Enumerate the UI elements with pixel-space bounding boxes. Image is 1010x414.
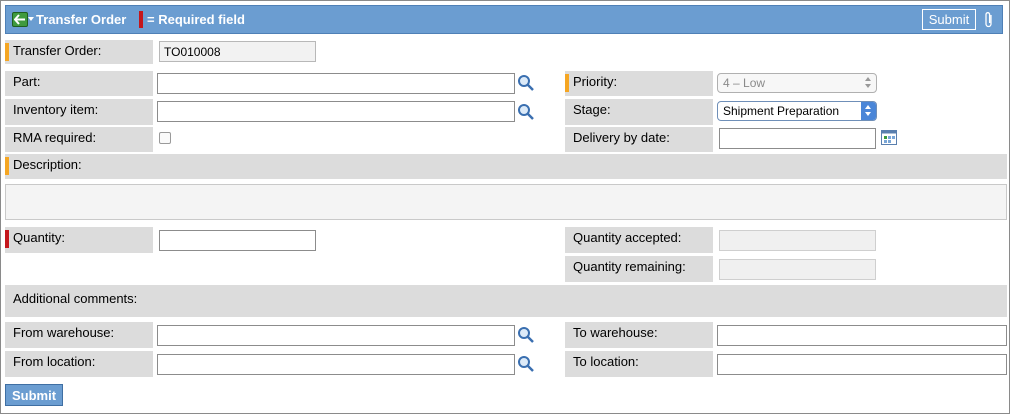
form-title: Transfer Order	[36, 12, 127, 27]
priority-select[interactable]: 4 – Low	[717, 73, 877, 93]
quantity-remaining-label-text: Quantity remaining:	[573, 259, 686, 274]
from-warehouse-label: From warehouse:	[5, 322, 153, 348]
recommended-marker	[5, 157, 9, 175]
transfer-order-label-text: Transfer Order:	[13, 43, 102, 58]
description-textarea[interactable]	[5, 184, 1007, 220]
to-location-field[interactable]	[717, 354, 1007, 375]
magnifier-icon[interactable]	[517, 74, 535, 92]
recommended-marker	[5, 43, 9, 61]
quantity-label: Quantity:	[5, 227, 153, 253]
inventory-item-label: Inventory item:	[5, 99, 153, 125]
required-legend-text: = Required field	[147, 12, 245, 27]
part-field[interactable]	[157, 73, 515, 94]
magnifier-icon[interactable]	[517, 103, 535, 121]
back-arrow-icon[interactable]	[12, 12, 28, 27]
description-label-text: Description:	[13, 157, 82, 172]
quantity-label-text: Quantity:	[13, 230, 66, 245]
quantity-remaining-label: Quantity remaining:	[565, 256, 713, 282]
required-marker-legend	[139, 11, 143, 28]
stage-select[interactable]: Shipment Preparation	[717, 101, 877, 121]
quantity-accepted-label: Quantity accepted:	[565, 227, 713, 253]
submit-button[interactable]: Submit	[5, 384, 63, 406]
quantity-remaining-field[interactable]	[719, 259, 876, 280]
stage-label-text: Stage:	[573, 102, 611, 117]
select-arrows-icon	[861, 102, 876, 120]
delivery-by-date-field[interactable]	[719, 128, 876, 149]
select-arrows-icon	[861, 74, 876, 92]
rma-required-label-text: RMA required:	[13, 130, 97, 145]
to-warehouse-label-text: To warehouse:	[573, 325, 658, 340]
from-warehouse-label-text: From warehouse:	[13, 325, 115, 340]
inventory-item-field[interactable]	[157, 101, 515, 122]
additional-comments-label: Additional comments:	[5, 285, 1007, 317]
priority-label: Priority:	[565, 71, 713, 96]
delivery-by-date-label-text: Delivery by date:	[573, 130, 670, 145]
to-warehouse-label: To warehouse:	[565, 322, 713, 348]
calendar-icon[interactable]	[881, 130, 897, 145]
priority-label-text: Priority:	[573, 74, 618, 89]
priority-select-value: 4 – Low	[723, 76, 766, 90]
required-marker	[5, 230, 9, 248]
recommended-marker	[565, 74, 569, 92]
form-header: Transfer Order = Required field Submit	[5, 5, 1003, 34]
stage-select-value: Shipment Preparation	[723, 104, 840, 118]
from-warehouse-field[interactable]	[157, 325, 515, 346]
transfer-order-field[interactable]	[159, 41, 316, 62]
transfer-order-label: Transfer Order:	[5, 40, 153, 64]
chevron-down-icon[interactable]	[28, 17, 34, 21]
quantity-field[interactable]	[159, 230, 316, 251]
from-location-field[interactable]	[157, 354, 515, 375]
delivery-by-date-label: Delivery by date:	[565, 127, 713, 152]
part-label-text: Part:	[13, 74, 41, 89]
from-location-label-text: From location:	[13, 354, 96, 369]
rma-required-label: RMA required:	[5, 127, 153, 152]
paperclip-icon[interactable]	[983, 11, 995, 29]
quantity-accepted-field[interactable]	[719, 230, 876, 251]
to-warehouse-field[interactable]	[717, 325, 1007, 346]
magnifier-icon[interactable]	[517, 355, 535, 373]
part-label: Part:	[5, 71, 153, 96]
stage-label: Stage:	[565, 99, 713, 125]
to-location-label: To location:	[565, 351, 713, 377]
header-submit-button[interactable]: Submit	[922, 9, 976, 30]
quantity-accepted-label-text: Quantity accepted:	[573, 230, 682, 245]
to-location-label-text: To location:	[573, 354, 639, 369]
from-location-label: From location:	[5, 351, 153, 377]
magnifier-icon[interactable]	[517, 326, 535, 344]
additional-comments-label-text: Additional comments:	[13, 291, 138, 306]
inventory-item-label-text: Inventory item:	[13, 102, 99, 117]
description-label: Description:	[5, 154, 1007, 179]
rma-required-checkbox[interactable]	[159, 132, 171, 144]
